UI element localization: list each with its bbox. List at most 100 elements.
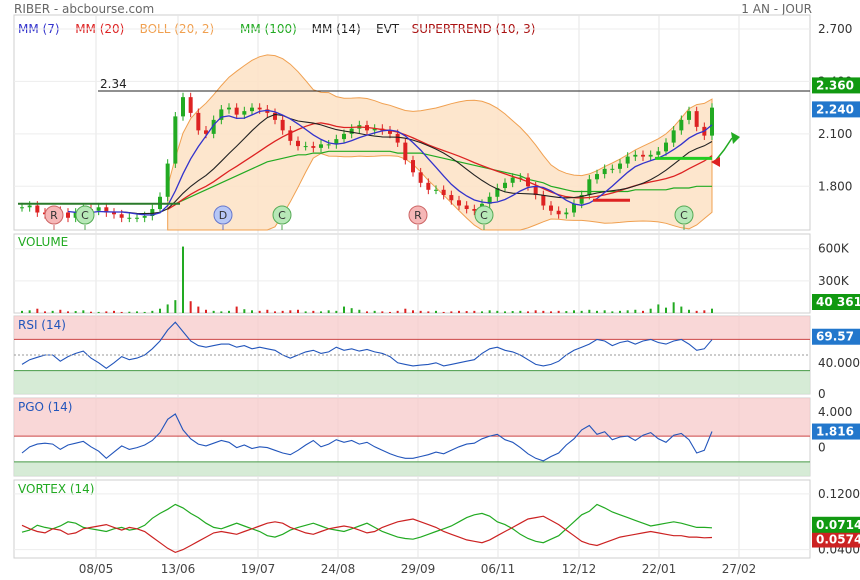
candle-body [188,97,193,113]
volume-bar [327,310,330,313]
volume-bar [550,311,552,313]
x-tick-label: 27/02 [722,562,757,576]
volume-bar [258,310,261,313]
candle-body [441,189,446,196]
volume-bar [619,310,621,313]
volume-bar [649,308,652,313]
volume-bar [481,311,483,313]
candle-body [564,212,569,215]
volume-bar [389,311,391,313]
volume-bar [534,310,537,313]
volume-bar [450,311,453,313]
volume-bar [120,311,123,313]
candle-body [687,111,691,120]
volume-bar [465,311,468,313]
volume-bar [97,311,100,313]
volume-bar [634,309,637,313]
volume-bar [396,310,399,313]
volume-bar [665,307,667,313]
x-tick-label: 13/06 [161,562,196,576]
volume-bar [343,306,345,313]
candle-body [66,212,70,218]
event-label: C [480,209,488,222]
vortex-line-plus [21,503,713,544]
volume-bar [373,310,376,313]
volume-bar [381,311,384,313]
candle-body [679,119,684,131]
volume-bar [596,310,598,313]
y-tick-label: 2.100 [818,127,852,141]
candle-body [625,156,630,164]
candle-body [541,195,546,206]
volume-bar [36,308,39,313]
resistance-label: 2.34 [100,77,127,91]
volume-bar [542,310,545,313]
volume-bar [166,304,169,313]
stock-chart: 08/05 13/06 19/07 24/08 29/09 06/11 12/12 22/01… [13,14,860,576]
volume-bar [573,310,575,313]
volume-bar [335,310,338,313]
volume-bar [251,310,253,313]
volume-bar [703,310,706,313]
volume-bar [427,311,430,313]
volume-bar [113,310,115,313]
candle-body [342,133,346,140]
candle-body [464,205,469,210]
volume-bar [442,311,445,313]
volume-bar [473,310,476,313]
volume-bar [304,311,307,313]
candle-body [457,200,461,206]
volume-bar [412,310,414,313]
volume-bar [350,308,353,313]
volume-bar [320,311,322,313]
x-tick-label: 29/09 [401,562,436,576]
volume-bar [458,310,460,313]
candle-body [20,207,24,209]
volume-bar [220,311,223,313]
pgo-overbought-zone [14,398,810,437]
volume-badge: 40 361 [816,295,860,309]
x-tick-label: 24/08 [321,562,356,576]
candle-body [503,182,507,189]
candle-body [280,119,285,131]
volume-bar [205,309,207,313]
candle-body [142,216,147,218]
volume-bar [519,310,522,313]
volume-bar [504,311,506,313]
rsi-badge: 69.57 [816,330,854,344]
volume-bar [580,310,583,313]
pgo-oversold-zone [14,461,810,476]
volume-bar [358,309,361,313]
volume-bar [435,310,437,313]
candle-body [510,177,515,183]
volume-bar [688,309,690,313]
event-label: R [50,209,58,222]
volume-bar [151,310,154,313]
volume-bar [695,310,698,313]
candle-body [403,142,408,161]
y-tick-label: 600K [818,242,850,256]
volume-bar [159,308,161,313]
candle-body [549,205,553,211]
volume-bar [711,308,713,313]
candle-body [112,212,116,215]
volume-bar [74,311,77,313]
candle-body [326,144,331,146]
volume-bar [366,311,368,313]
volume-bar [557,310,560,313]
rsi-title: RSI (14) [18,318,66,332]
volume-bar [289,310,292,313]
rsi-overbought-zone [14,316,810,340]
event-label: C [680,209,688,222]
pgo-badge: 1.816 [816,425,854,439]
price-badge-close: 2.240 [816,102,854,116]
volume-bar [419,310,422,313]
y-tick-label: 300K [818,274,850,288]
volume-bar [603,310,606,313]
volume-bar [51,310,54,313]
pgo-title: PGO (14) [18,400,72,414]
vortex-badge-plus: 0.0714 [816,518,860,532]
x-tick-label: 08/05 [79,562,114,576]
y-tick-label: 2.700 [818,22,852,36]
candle-body [250,107,254,112]
